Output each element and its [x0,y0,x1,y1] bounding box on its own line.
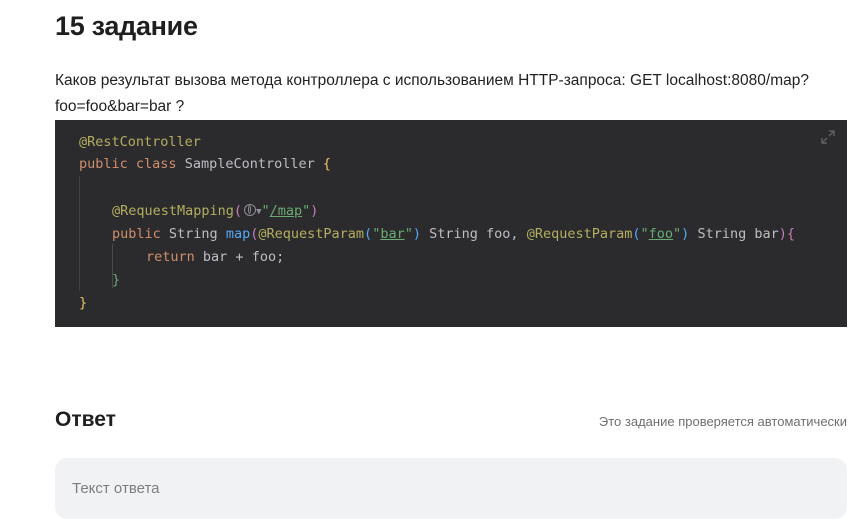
code-line-5: return bar + foo; [146,249,285,265]
code-line-7: } [79,295,88,311]
question-text: Каков результат вызова метода контроллер… [55,72,809,115]
code-line-6: } [112,272,121,288]
auto-check-note: Это задание проверяется автоматически [598,414,847,429]
indent-guide [79,176,80,291]
code-block: @RestController public class SampleContr… [55,120,847,327]
expand-icon[interactable] [821,130,835,144]
code-line-3: @RequestMapping(▼"/map") [112,200,318,222]
task-page: 15 задание Каков результат вызова метода… [0,0,866,529]
task-title: 15 задание [55,11,198,41]
code-line-1: @RestController [79,134,201,150]
answer-input[interactable] [55,458,847,519]
code-line-4: public String map(@RequestParam("bar") S… [112,226,796,242]
globe-icon[interactable] [244,204,257,216]
code-line-2: public class SampleController { [79,156,332,172]
answer-heading: Ответ [55,408,116,431]
